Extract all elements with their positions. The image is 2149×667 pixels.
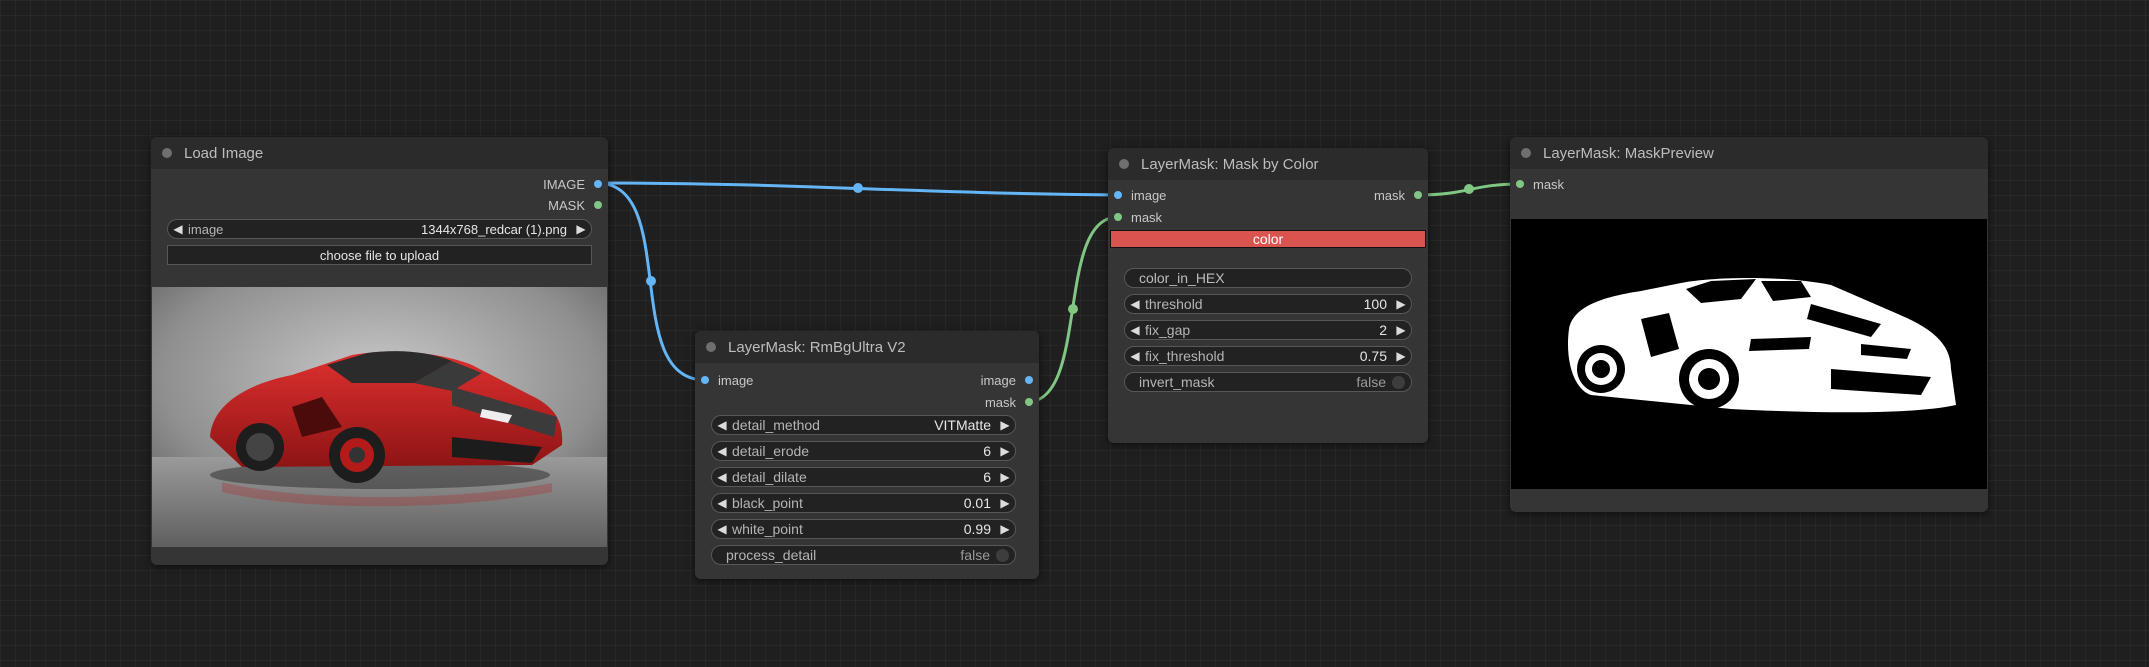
- socket-dot-icon[interactable]: [1025, 376, 1033, 384]
- output-mask-slot[interactable]: mask: [1374, 187, 1422, 203]
- arrow-left-icon[interactable]: ◀: [712, 522, 732, 536]
- link-midpoint[interactable]: [1464, 184, 1474, 194]
- arrow-right-icon[interactable]: ▶: [995, 444, 1015, 458]
- socket-dot-icon[interactable]: [594, 180, 602, 188]
- arrow-right-icon[interactable]: ▶: [995, 418, 1015, 432]
- node-title: LayerMask: Mask by Color: [1141, 155, 1319, 173]
- node-title: Load Image: [184, 144, 264, 162]
- load-image-node[interactable]: Load Image IMAGE MASK ◀ image 1344x768_r…: [151, 137, 608, 565]
- white-point-number[interactable]: ◀ white_point 0.99 ▶: [711, 519, 1016, 539]
- arrow-left-icon[interactable]: ◀: [1125, 349, 1145, 363]
- output-mask-slot[interactable]: MASK: [548, 197, 602, 213]
- collapse-dot-icon[interactable]: [706, 342, 716, 352]
- link-image-to-rmbg[interactable]: [596, 181, 706, 382]
- arrow-right-icon[interactable]: ▶: [1391, 323, 1411, 337]
- detail-erode-number[interactable]: ◀ detail_erode 6 ▶: [711, 441, 1016, 461]
- input-mask-slot[interactable]: mask: [1516, 176, 1564, 192]
- toggle-knob-icon[interactable]: [1392, 375, 1405, 389]
- arrow-right-icon[interactable]: ▶: [571, 222, 591, 236]
- fix-threshold-number[interactable]: ◀ fix_threshold 0.75 ▶: [1124, 346, 1412, 366]
- arrow-right-icon[interactable]: ▶: [1391, 349, 1411, 363]
- threshold-number[interactable]: ◀ threshold 100 ▶: [1124, 294, 1412, 314]
- arrow-left-icon[interactable]: ◀: [1125, 323, 1145, 337]
- arrow-right-icon[interactable]: ▶: [995, 470, 1015, 484]
- collapse-dot-icon[interactable]: [1521, 148, 1531, 158]
- mask-preview-image: [1511, 219, 1987, 489]
- node-header[interactable]: Load Image: [151, 137, 608, 169]
- socket-dot-icon[interactable]: [1516, 180, 1524, 188]
- collapse-dot-icon[interactable]: [1119, 159, 1129, 169]
- link-midpoint[interactable]: [1068, 304, 1078, 314]
- arrow-left-icon[interactable]: ◀: [712, 418, 732, 432]
- socket-dot-icon[interactable]: [701, 376, 709, 384]
- process-detail-toggle[interactable]: process_detail false: [711, 545, 1016, 565]
- fix-gap-number[interactable]: ◀ fix_gap 2 ▶: [1124, 320, 1412, 340]
- socket-dot-icon[interactable]: [1414, 191, 1422, 199]
- mask-by-color-node[interactable]: LayerMask: Mask by Color image mask mask…: [1108, 148, 1428, 443]
- input-mask-slot[interactable]: mask: [1114, 209, 1162, 225]
- node-header[interactable]: LayerMask: Mask by Color: [1108, 148, 1428, 180]
- red-sports-car-photo-icon: [152, 287, 607, 547]
- arrow-left-icon[interactable]: ◀: [712, 496, 732, 510]
- socket-dot-icon[interactable]: [1025, 398, 1033, 406]
- black-point-number[interactable]: ◀ black_point 0.01 ▶: [711, 493, 1016, 513]
- rmbg-ultra-node[interactable]: LayerMask: RmBgUltra V2 image image mask…: [695, 331, 1039, 579]
- arrow-right-icon[interactable]: ▶: [1391, 297, 1411, 311]
- link-mask-to-preview[interactable]: [1416, 182, 1522, 197]
- input-image-slot[interactable]: image: [701, 372, 753, 388]
- arrow-left-icon[interactable]: ◀: [1125, 297, 1145, 311]
- socket-dot-icon[interactable]: [594, 201, 602, 209]
- socket-dot-icon[interactable]: [1114, 213, 1122, 221]
- output-image-slot[interactable]: IMAGE: [543, 176, 602, 192]
- image-preview: [152, 287, 607, 547]
- invert-mask-toggle[interactable]: invert_mask false: [1124, 372, 1412, 392]
- detail-dilate-number[interactable]: ◀ detail_dilate 6 ▶: [711, 467, 1016, 487]
- link-midpoint[interactable]: [646, 276, 656, 286]
- input-image-slot[interactable]: image: [1114, 187, 1166, 203]
- arrow-left-icon[interactable]: ◀: [712, 444, 732, 458]
- image-file-combo[interactable]: ◀ image 1344x768_redcar (1).png ▶: [167, 219, 592, 239]
- arrow-right-icon[interactable]: ▶: [995, 496, 1015, 510]
- color-hex-input[interactable]: color_in_HEX: [1124, 268, 1412, 288]
- node-title: LayerMask: RmBgUltra V2: [728, 338, 906, 356]
- output-mask-slot[interactable]: mask: [985, 394, 1033, 410]
- upload-button[interactable]: choose file to upload: [167, 245, 592, 265]
- detail-method-combo[interactable]: ◀ detail_method VITMatte ▶: [711, 415, 1016, 435]
- output-image-slot[interactable]: image: [981, 372, 1033, 388]
- node-title: LayerMask: MaskPreview: [1543, 144, 1714, 162]
- collapse-dot-icon[interactable]: [162, 148, 172, 158]
- socket-dot-icon[interactable]: [1114, 191, 1122, 199]
- arrow-right-icon[interactable]: ▶: [995, 522, 1015, 536]
- mask-preview-node[interactable]: LayerMask: MaskPreview mask: [1510, 137, 1988, 512]
- link-image-to-mask-by-color[interactable]: [596, 181, 1119, 197]
- node-header[interactable]: LayerMask: MaskPreview: [1510, 137, 1988, 169]
- link-rmbg-mask-to-mask-by-color[interactable]: [1026, 215, 1119, 404]
- arrow-left-icon[interactable]: ◀: [168, 222, 188, 236]
- node-header[interactable]: LayerMask: RmBgUltra V2: [695, 331, 1039, 363]
- arrow-left-icon[interactable]: ◀: [712, 470, 732, 484]
- color-picker-button[interactable]: color: [1110, 230, 1426, 248]
- car-mask-silhouette-icon: [1567, 278, 1956, 413]
- link-midpoint[interactable]: [853, 183, 863, 193]
- toggle-knob-icon[interactable]: [996, 548, 1009, 562]
